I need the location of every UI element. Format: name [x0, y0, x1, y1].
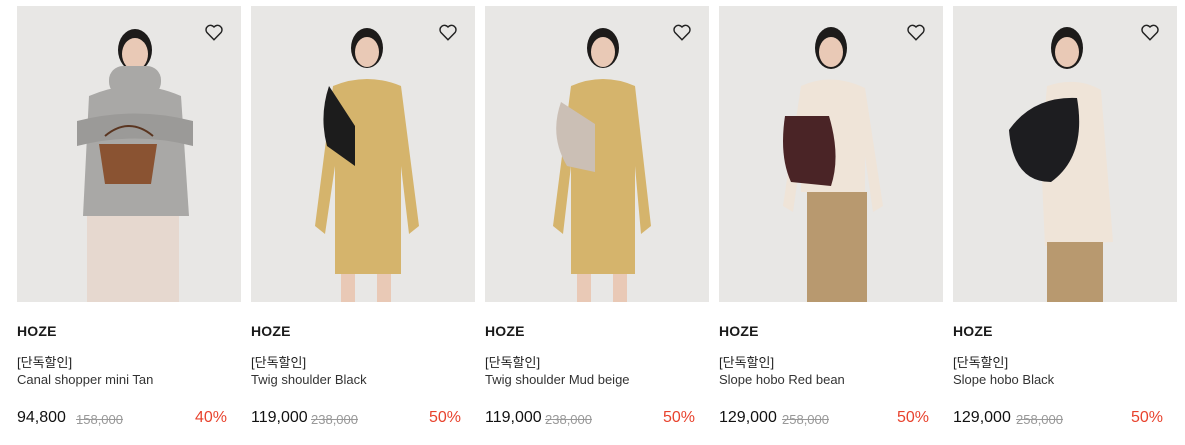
sale-price: 94,800 [17, 409, 66, 426]
original-price: 258,000 [1016, 412, 1063, 427]
price-row: 129,000 258,000 50% [719, 409, 929, 431]
discount-rate: 50% [662, 409, 695, 426]
product-name[interactable]: Slope hobo Red bean [719, 372, 845, 387]
heart-outline-icon[interactable] [671, 21, 693, 43]
product-image[interactable] [953, 6, 1177, 302]
product-brand[interactable]: HOZE [953, 323, 993, 339]
discount-rate: 50% [896, 409, 929, 426]
product-card[interactable]: HOZE [단독할인] Slope hobo Red bean 129,000 … [719, 6, 943, 427]
sale-price: 119,000 [251, 409, 308, 426]
model-photo [783, 27, 883, 302]
product-tag: [단독할인] [719, 355, 775, 370]
product-brand[interactable]: HOZE [17, 323, 57, 339]
discount-rate: 40% [194, 409, 227, 426]
model-photo [1009, 27, 1113, 302]
heart-outline-icon[interactable] [905, 21, 927, 43]
price-row: 119,000 238,000 50% [251, 409, 461, 431]
heart-outline-icon[interactable] [1139, 21, 1161, 43]
sale-price: 129,000 [719, 409, 777, 426]
product-name[interactable]: Twig shoulder Mud beige [485, 372, 630, 387]
price-row: 119,000 238,000 50% [485, 409, 695, 431]
sale-price: 129,000 [953, 409, 1011, 426]
product-brand[interactable]: HOZE [719, 323, 759, 339]
product-brand[interactable]: HOZE [251, 323, 291, 339]
product-name[interactable]: Twig shoulder Black [251, 372, 367, 387]
original-price: 238,000 [311, 412, 358, 427]
price-row: 129,000 258,000 50% [953, 409, 1163, 431]
model-photo [315, 28, 419, 302]
discount-rate: 50% [428, 409, 461, 426]
sale-price: 119,000 [485, 409, 542, 426]
product-tag: [단독할인] [953, 355, 1009, 370]
product-card[interactable]: HOZE [단독할인] Canal shopper mini Tan 94,80… [17, 6, 241, 427]
product-card[interactable]: HOZE [단독할인] Twig shoulder Black 119,000 … [251, 6, 475, 427]
heart-outline-icon[interactable] [203, 21, 225, 43]
discount-rate: 50% [1130, 409, 1163, 426]
original-price: 258,000 [782, 412, 829, 427]
product-tag: [단독할인] [251, 355, 307, 370]
product-image[interactable] [251, 6, 475, 302]
product-grid: HOZE [단독할인] Canal shopper mini Tan 94,80… [0, 0, 1185, 445]
product-card[interactable]: HOZE [단독할인] Slope hobo Black 129,000 258… [953, 6, 1177, 427]
original-price: 238,000 [545, 412, 592, 427]
product-image[interactable] [719, 6, 943, 302]
price-row: 94,800 158,000 40% [17, 409, 227, 431]
product-name[interactable]: Canal shopper mini Tan [17, 372, 153, 387]
original-price: 158,000 [76, 412, 123, 427]
model-photo [553, 28, 651, 302]
product-image[interactable] [17, 6, 241, 302]
product-card[interactable]: HOZE [단독할인] Twig shoulder Mud beige 119,… [485, 6, 709, 427]
product-brand[interactable]: HOZE [485, 323, 525, 339]
model-photo [77, 29, 193, 302]
product-name[interactable]: Slope hobo Black [953, 372, 1054, 387]
product-tag: [단독할인] [485, 355, 541, 370]
heart-outline-icon[interactable] [437, 21, 459, 43]
product-image[interactable] [485, 6, 709, 302]
product-tag: [단독할인] [17, 355, 73, 370]
